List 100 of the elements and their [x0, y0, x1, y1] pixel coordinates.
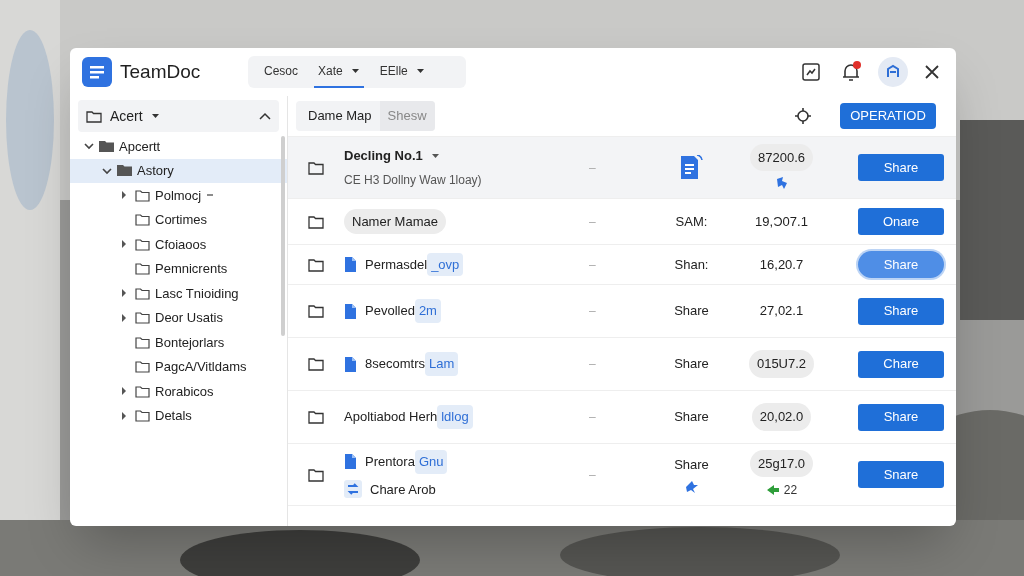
document-icon — [344, 355, 357, 373]
share-button[interactable]: Chare — [858, 350, 944, 378]
share-button[interactable]: Share — [858, 297, 944, 325]
dash-text: – — [589, 356, 597, 373]
file-name: Decling No.1 — [344, 146, 423, 165]
document-icon — [344, 256, 357, 273]
dash-text: – — [589, 159, 597, 177]
file-name: 8secomtrs — [365, 355, 425, 374]
table-row[interactable]: Namer Mamae – SAM: 19,Ɔ07.1 Onare — [288, 199, 956, 245]
user-icon[interactable] — [878, 57, 908, 87]
folder-icon — [135, 213, 150, 227]
file-tag: Lam — [424, 352, 459, 376]
file-name: Prentora — [365, 453, 415, 471]
tree-item[interactable]: Astory — [70, 158, 287, 183]
table-row[interactable]: Apoltiabod Herh ldlog – Share 20,02.0 Share — [288, 391, 956, 444]
share-button[interactable]: Onare — [858, 208, 944, 235]
folder-icon — [135, 409, 150, 423]
tree-item[interactable]: Deor Usatis — [70, 305, 287, 330]
close-icon[interactable] — [924, 64, 940, 80]
file-tag: 2m — [414, 299, 441, 323]
toolbar-title: Dame Map — [308, 107, 372, 126]
folder-icon — [308, 467, 324, 482]
date-text: 27,02.1 — [759, 302, 804, 321]
share-label: SAM: — [675, 212, 708, 231]
share-label: Shan: — [674, 255, 709, 274]
caret-icon — [415, 67, 425, 75]
file-name: Pevolled — [365, 302, 415, 321]
tree-item[interactable]: Cfoiaoos — [70, 232, 287, 257]
share-label: Share — [674, 456, 709, 475]
table-row[interactable]: Prentora Gnu Chare Arob – Share 25g17.0 22 Snare — [288, 444, 956, 506]
folder-icon — [135, 262, 150, 276]
file-tag: ldlog — [437, 405, 473, 429]
settings-icon[interactable] — [794, 107, 812, 125]
folder-icon — [135, 335, 150, 349]
transfer-icon — [344, 480, 362, 499]
folder-icon — [308, 357, 324, 371]
file-name: Apoltiabod Herh — [344, 408, 438, 427]
scrollbar[interactable] — [281, 136, 285, 336]
share-button[interactable]: Share — [858, 154, 944, 181]
bell-icon[interactable] — [840, 61, 862, 83]
date-text: 20,02.0 — [751, 403, 812, 431]
folder-icon — [135, 237, 150, 251]
dash-text: – — [589, 256, 597, 274]
tree-item[interactable]: Bontejorlars — [70, 330, 287, 355]
file-name: Namer Mamae — [344, 208, 446, 235]
folder-icon — [308, 160, 324, 175]
folder-icon — [117, 164, 132, 178]
share-label: Share — [674, 302, 709, 321]
folder-icon — [135, 311, 150, 325]
dash-text: – — [589, 303, 597, 320]
share-button[interactable]: Snare — [858, 461, 944, 488]
table-row[interactable]: Pevolled 2m – Share 27,02.1 Share — [288, 285, 956, 338]
table-row[interactable]: Decling No.1 CE H3 Dollny Waw 1loay) – 87200.6 Share — [288, 137, 956, 199]
file-subtitle: CE H3 Dollny Waw 1loay) — [344, 172, 483, 190]
operation-button[interactable]: OPERATIOD — [840, 103, 936, 129]
tree-item[interactable]: Apcertt — [70, 134, 287, 159]
tree-item[interactable]: Pemnicrents — [70, 256, 287, 281]
tree-item[interactable]: Polmocj — [70, 183, 287, 208]
share-button[interactable]: Share — [858, 403, 944, 431]
app-logo-icon — [82, 57, 112, 87]
date-text: 19,Ɔ07.1 — [755, 212, 808, 231]
folder-icon — [99, 139, 114, 153]
folder-icon — [135, 360, 150, 374]
caret-icon — [150, 112, 160, 120]
table-row[interactable]: 8secomtrs Lam – Share 015U7.2 Chare — [288, 338, 956, 391]
folder-icon — [308, 304, 324, 318]
dash-text: – — [589, 409, 597, 426]
sidebar-header[interactable]: Acert — [78, 100, 279, 132]
tab[interactable]: Cesoc — [260, 56, 302, 88]
folder-icon — [135, 286, 150, 300]
tree-item[interactable]: Rorabicos — [70, 379, 287, 404]
document-icon — [680, 155, 703, 180]
folder-icon — [308, 214, 324, 229]
tree-item[interactable]: PagcA/Vitldams — [70, 354, 287, 379]
share-label: Share — [674, 355, 709, 374]
tab[interactable]: Xate — [314, 56, 364, 88]
document-icon — [344, 453, 357, 471]
caret-icon — [350, 67, 360, 75]
folder-icon — [135, 188, 150, 202]
date-text: 16,20.7 — [759, 255, 804, 274]
dash-text: – — [589, 213, 597, 231]
chevron-up-icon[interactable] — [259, 112, 271, 120]
tree-item[interactable]: Detals — [70, 403, 287, 428]
caret-icon — [430, 151, 440, 160]
share-label: Share — [674, 408, 709, 427]
folder-icon — [135, 384, 150, 398]
tab[interactable]: EElle — [375, 56, 429, 88]
date-text: 87200.6 — [750, 143, 813, 172]
tree-item[interactable]: Lasc Tnioiding — [70, 281, 287, 306]
caret-icon — [206, 193, 215, 198]
tree-item[interactable]: Cortimes — [70, 207, 287, 232]
folder-icon — [86, 109, 102, 123]
file-tag: Gnu — [414, 450, 448, 474]
board-icon[interactable] — [802, 63, 820, 81]
arrow-icon — [765, 483, 780, 498]
date-text: 015U7.2 — [748, 350, 815, 378]
table-row[interactable]: Permasdel _ovp – Shan: 16,20.7 Share — [288, 245, 956, 285]
folder-icon — [308, 410, 324, 424]
document-icon — [344, 302, 357, 320]
date-text: 25g17.0 — [750, 449, 813, 478]
